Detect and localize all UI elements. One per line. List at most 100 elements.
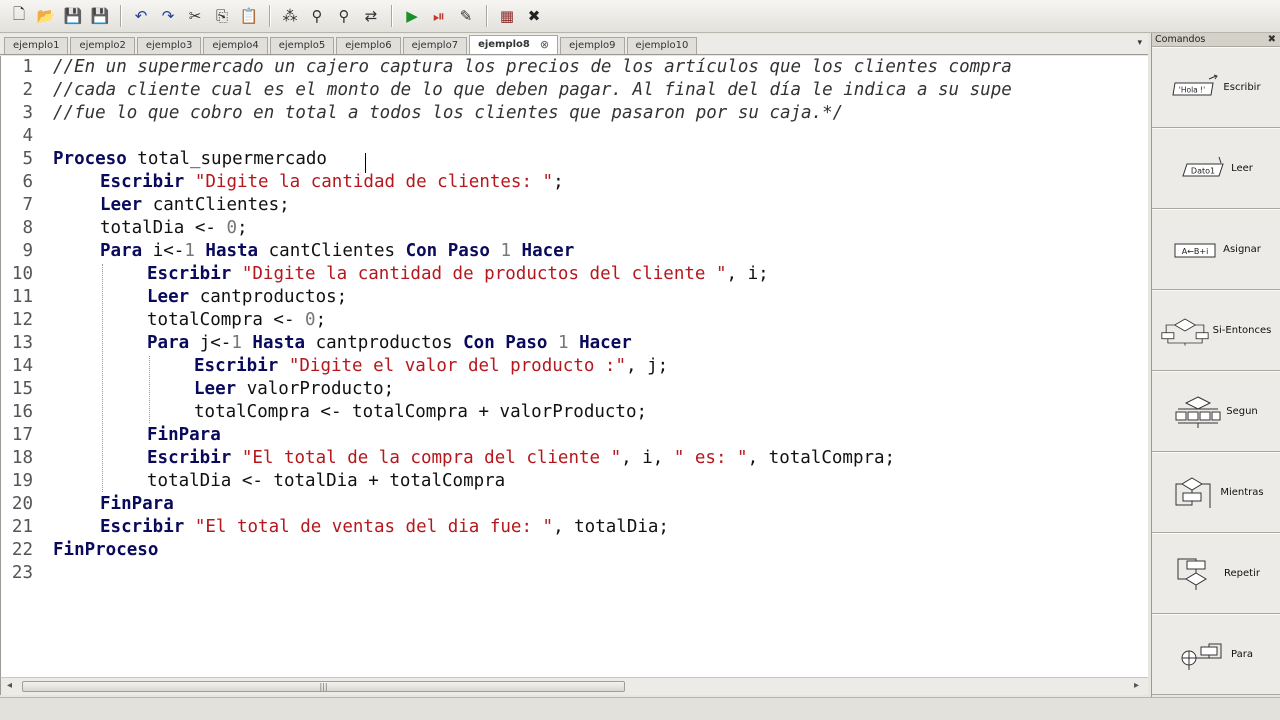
tab-ejemplo6[interactable]: ejemplo6 (336, 37, 401, 54)
tab-ejemplo9[interactable]: ejemplo9 (560, 37, 625, 54)
open-file-icon[interactable]: 📂 (33, 3, 59, 29)
tab-close-icon[interactable]: ⊗ (540, 36, 549, 54)
code-line: 10 Escribir "Digite la cantidad de produc… (1, 263, 1148, 286)
code-token: FinProceso (53, 540, 159, 560)
code-token: Para (147, 333, 190, 353)
tab-ejemplo4[interactable]: ejemplo4 (203, 37, 268, 54)
command-asignar[interactable]: A←B+i Asignar (1152, 209, 1280, 290)
code-text: Para j<-1 Hasta cantproductos Con Paso 1… (147, 332, 632, 355)
command-leer[interactable]: Dato1 Leer (1152, 128, 1280, 209)
line-number: 5 (22, 149, 33, 169)
tab-list-menu-icon[interactable]: ▾ (1137, 38, 1142, 48)
line-number: 9 (22, 241, 33, 261)
code-token: 0 (305, 310, 316, 330)
leer-icon: Dato1 (1179, 152, 1227, 186)
tab-ejemplo8[interactable]: ejemplo8 ⊗ (469, 35, 559, 54)
scrollbar-thumb[interactable]: ||| (22, 681, 625, 692)
command-para[interactable]: Para (1152, 614, 1280, 695)
commands-list: 'Hola !' Escribir Dato1 Leer A←B+i Asignar Si-… (1152, 47, 1280, 695)
undo-icon[interactable]: ↶ (128, 3, 154, 29)
code-line: 15 Leer valorProducto; (1, 378, 1148, 401)
code-token: Hasta (205, 241, 259, 261)
find-icon[interactable]: ⚲ (304, 3, 330, 29)
line-number: 19 (11, 471, 33, 491)
code-line: 12 totalCompra <- 0; (1, 309, 1148, 332)
code-line: 20 FinPara (1, 493, 1148, 516)
code-editor[interactable]: 1 //En un supermercado un cajero captura … (0, 56, 1148, 677)
command-label: Escribir (1223, 82, 1261, 93)
line-number: 1 (22, 57, 33, 77)
save-as-icon[interactable]: 💾 (87, 3, 113, 29)
code-token: ; (315, 310, 327, 330)
code-line: 7 Leer cantClientes; (1, 194, 1148, 217)
code-token: "El total de ventas del dia fue: " (194, 517, 554, 537)
tab-label: ejemplo5 (278, 40, 326, 51)
debug-icon[interactable]: ✎ (453, 3, 479, 29)
code-line: 17 FinPara (1, 424, 1148, 447)
copy-icon[interactable]: ⎘ (209, 3, 235, 29)
code-token: FinPara (100, 494, 174, 514)
code-text: //En un supermercado un cajero captura l… (53, 56, 1012, 79)
tab-ejemplo10[interactable]: ejemplo10 (626, 37, 698, 54)
flowchart-icon[interactable]: ▦ (494, 3, 520, 29)
command-repetir[interactable]: Repetir (1152, 533, 1280, 614)
command-mientras[interactable]: Mientras (1152, 452, 1280, 533)
run-icon[interactable]: ▶ (399, 3, 425, 29)
tab-ejemplo5[interactable]: ejemplo5 (269, 37, 335, 54)
code-token: "El total de la compra del cliente " (241, 448, 622, 468)
repetir-icon (1172, 557, 1220, 591)
new-file-icon[interactable]: 🗋 (6, 3, 32, 29)
command-label: Si-Entonces (1212, 325, 1272, 336)
code-token: Escribir (147, 264, 232, 284)
code-line: 18 Escribir "El total de la compra del cl… (1, 447, 1148, 470)
code-token: Leer (100, 195, 143, 215)
code-token: "Digite el valor del producto :" (288, 356, 626, 376)
line-number: 13 (11, 333, 33, 353)
command-label: Para (1231, 649, 1253, 660)
tab-label: ejemplo9 (569, 40, 616, 51)
code-token: " es: " (673, 448, 748, 468)
tab-ejemplo1[interactable]: ejemplo1 (4, 37, 69, 54)
close-icon[interactable]: ✖ (1268, 33, 1276, 46)
command-segun[interactable]: Segun (1152, 371, 1280, 452)
paste-icon[interactable]: 📋 (236, 3, 262, 29)
svg-text:'Hola !': 'Hola !' (1179, 85, 1205, 94)
cut-icon[interactable]: ✂ (182, 3, 208, 29)
tab-ejemplo3[interactable]: ejemplo3 (136, 37, 202, 54)
command-label: Segun (1226, 406, 1258, 417)
code-line: 13 Para j<-1 Hasta cantproductos Con Paso… (1, 332, 1148, 355)
scroll-left-icon[interactable]: ◂ (7, 680, 12, 691)
find-next-icon[interactable]: ⚲ (331, 3, 357, 29)
indent-icon[interactable]: ⁂ (277, 3, 303, 29)
tab-ejemplo7[interactable]: ejemplo7 (402, 37, 468, 54)
code-token: Leer (147, 287, 190, 307)
horizontal-scrollbar[interactable]: ◂ ||| ▸ (0, 677, 1148, 695)
line-number: 2 (22, 80, 33, 100)
replace-icon[interactable]: ⇄ (358, 3, 384, 29)
scroll-right-icon[interactable]: ▸ (1134, 680, 1139, 691)
redo-icon[interactable]: ↷ (155, 3, 181, 29)
code-token: Leer (194, 379, 237, 399)
save-file-icon[interactable]: 💾 (60, 3, 86, 29)
command-escribir[interactable]: 'Hola !' Escribir (1152, 47, 1280, 128)
code-text: Proceso total_supermercado (53, 148, 327, 171)
command-si-entonces[interactable]: Si-Entonces (1152, 290, 1280, 371)
svg-text:A←B+i: A←B+i (1182, 247, 1209, 256)
tab-ejemplo2[interactable]: ejemplo2 (70, 37, 135, 54)
line-number: 8 (22, 218, 33, 238)
toolbar-separator (120, 5, 121, 27)
code-token: 0 (226, 218, 237, 238)
close-icon[interactable]: ✖ (521, 3, 547, 29)
code-token: Con Paso (463, 333, 548, 353)
run-step-icon[interactable]: ⏯ (426, 3, 452, 29)
tab-label: ejemplo8 (478, 39, 530, 50)
code-token: "Digite la cantidad de clientes: " (194, 172, 554, 192)
code-line: 3 //fue lo que cobro en total a todos los… (1, 102, 1148, 125)
command-label: Leer (1231, 163, 1253, 174)
code-token: FinPara (147, 425, 221, 445)
code-token: Proceso (53, 149, 127, 169)
